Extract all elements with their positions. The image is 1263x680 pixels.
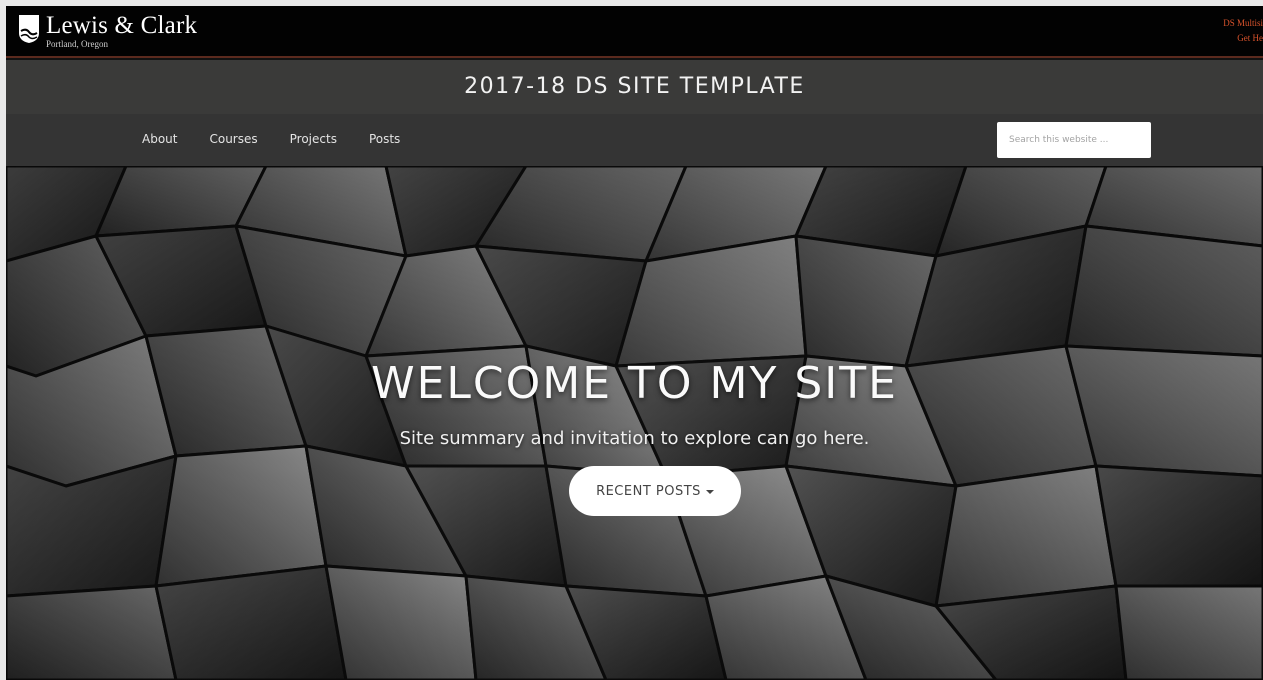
hero-title: WELCOME TO MY SITE [371,358,898,409]
lewis-clark-logo[interactable]: Lewis & Clark Portland, Oregon [18,12,198,50]
top-link-multisite[interactable]: DS Multisi [1223,16,1263,31]
recent-posts-button[interactable]: RECENT POSTS [569,466,741,516]
institution-header: Lewis & Clark Portland, Oregon DS Multis… [6,6,1263,58]
lewis-clark-shield-icon [19,15,39,43]
recent-posts-label: RECENT POSTS [596,483,701,499]
top-link-get-help[interactable]: Get He [1223,31,1263,46]
hero-subtitle: Site summary and invitation to explore c… [399,428,870,449]
nav-item-about[interactable]: About [142,132,177,146]
nav-item-projects[interactable]: Projects [290,132,337,146]
hero-section: WELCOME TO MY SITE Site summary and invi… [6,166,1263,680]
nav-menu: About Courses Projects Posts [142,132,432,146]
nav-item-posts[interactable]: Posts [369,132,400,146]
site-title[interactable]: 2017-18 DS SITE TEMPLATE [6,74,1263,99]
search-input[interactable] [997,122,1151,158]
hero-overlay [6,166,1263,680]
top-right-links: DS Multisi Get He [1223,16,1263,46]
nav-item-courses[interactable]: Courses [209,132,257,146]
logo-text: Lewis & Clark Portland, Oregon [46,12,198,50]
logo-location: Portland, Oregon [46,39,108,49]
caret-down-icon [705,490,714,494]
site-title-bar: 2017-18 DS SITE TEMPLATE [6,60,1263,114]
browser-viewport: Lewis & Clark Portland, Oregon DS Multis… [6,6,1263,680]
logo-name: Lewis & Clark [46,12,198,39]
main-navigation: About Courses Projects Posts [6,114,1263,166]
